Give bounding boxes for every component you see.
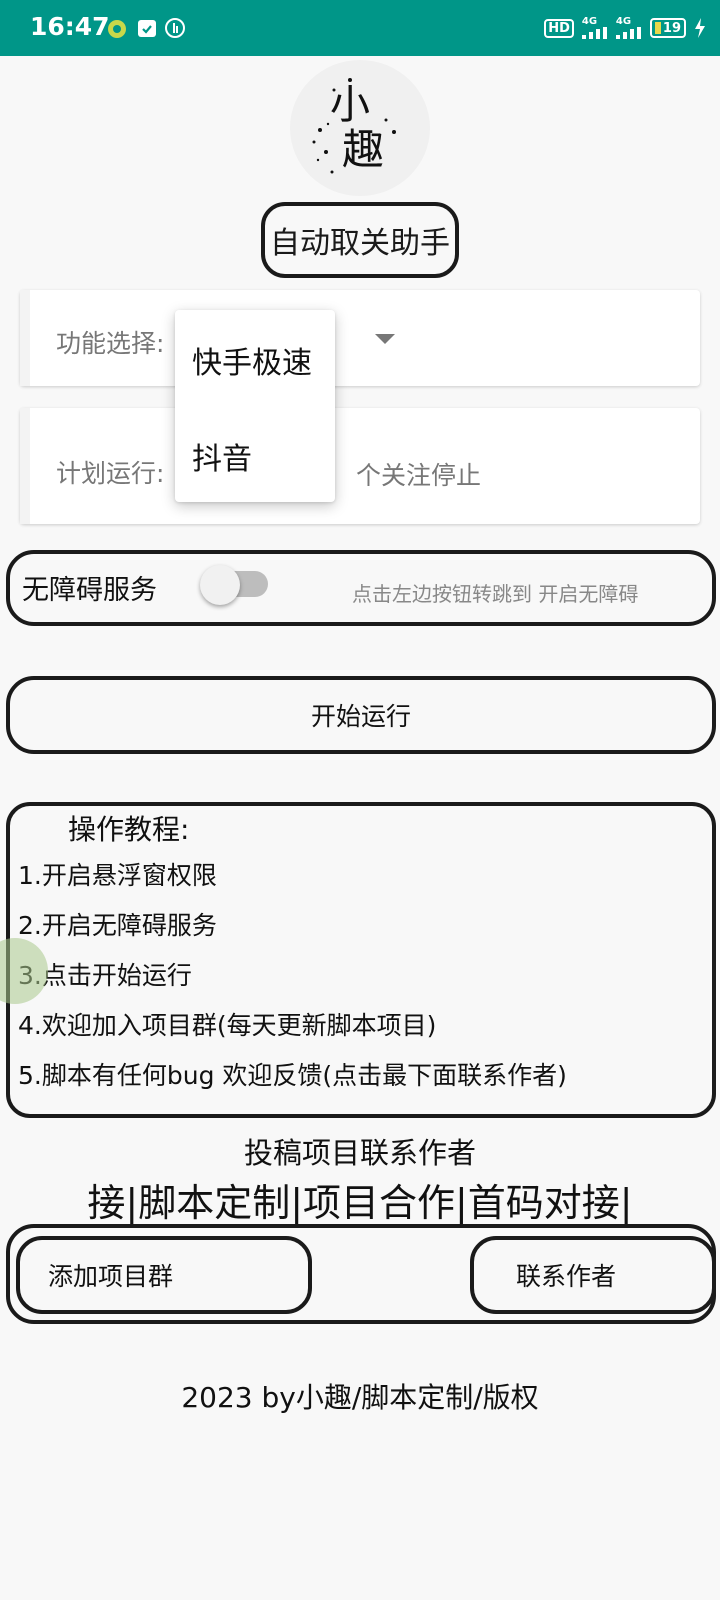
data-saver-icon <box>165 18 185 38</box>
app-title: 自动取关助手 <box>261 202 459 278</box>
battery-icon: 19 <box>649 18 686 38</box>
status-bar: 16:47 HD 4G 4G 19 <box>0 0 720 56</box>
tutorial-step: 1.开启悬浮窗权限 <box>18 861 217 890</box>
accessibility-label: 无障碍服务 <box>22 575 157 606</box>
battery-level: 19 <box>662 20 681 36</box>
app-notification-icon <box>108 20 126 38</box>
plan-run-label: 计划运行: <box>56 459 165 488</box>
svg-text:趣: 趣 <box>342 125 384 174</box>
network-type-1: 4G <box>581 16 598 27</box>
contact-line-2: 接|脚本定制|项目合作|首码对接| <box>87 1181 633 1225</box>
tutorial-step: 2.开启无障碍服务 <box>18 911 217 940</box>
plan-run-card[interactable]: 计划运行: 个关注停止 <box>20 408 700 524</box>
logo-brush-graphic: 小 趣 <box>312 78 396 174</box>
function-dropdown-menu: 快手极速 抖音 <box>175 310 335 502</box>
hd-badge: HD <box>544 18 574 38</box>
signal-2: 4G <box>615 16 642 39</box>
plan-run-suffix: 个关注停止 <box>356 461 482 490</box>
dropdown-option-kuaishou[interactable]: 快手极速 <box>192 338 312 382</box>
logo-text: 小 <box>330 82 370 128</box>
signal-bars-icon <box>615 27 641 39</box>
tutorial-title: 操作教程: <box>68 813 190 846</box>
network-type-2: 4G <box>615 16 632 27</box>
tutorial-step: 5.脚本有任何bug 欢迎反馈(点击最下面联系作者) <box>18 1061 567 1090</box>
status-time: 16:47 <box>30 12 110 41</box>
start-run-button[interactable]: 开始运行 <box>6 676 716 754</box>
footer-copyright: 2023 by小趣/脚本定制/版权 <box>181 1381 539 1414</box>
status-indicators: HD 4G 4G 19 <box>544 14 706 42</box>
join-group-button[interactable]: 添加项目群 <box>16 1236 312 1314</box>
accessibility-toggle-thumb[interactable] <box>200 565 240 605</box>
charging-icon <box>695 18 705 38</box>
app-logo: 小 趣 <box>290 60 430 196</box>
function-select-card[interactable]: 功能选择: <box>20 290 700 386</box>
signal-1: 4G <box>581 16 608 39</box>
contact-line-1: 投稿项目联系作者 <box>243 1136 476 1170</box>
dropdown-caret-icon[interactable] <box>375 334 395 344</box>
accessibility-hint: 点击左边按钮转跳到 开启无障碍 <box>352 582 639 606</box>
dropdown-option-douyin[interactable]: 抖音 <box>192 434 252 478</box>
tutorial-step: 4.欢迎加入项目群(每天更新脚本项目) <box>18 1011 437 1040</box>
calendar-icon <box>138 20 156 37</box>
function-select-label: 功能选择: <box>56 329 165 358</box>
contact-author-button[interactable]: 联系作者 <box>470 1236 716 1314</box>
signal-bars-icon <box>581 27 607 39</box>
